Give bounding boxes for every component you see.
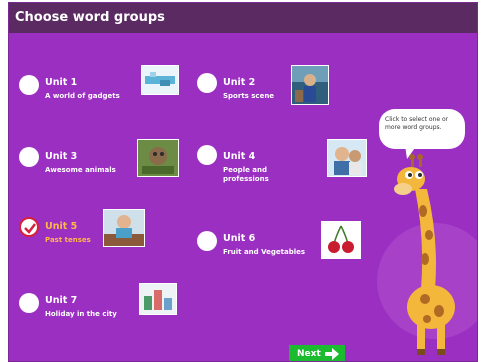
next-button-label: Next	[297, 349, 321, 359]
unit-5-name: Unit 5	[45, 221, 78, 232]
checkmark-icon	[24, 223, 36, 234]
unit-option-7[interactable]: Unit 7 Holiday in the city	[19, 283, 189, 333]
gadgets-image	[141, 65, 179, 95]
next-button[interactable]: Next	[289, 345, 345, 361]
unit-3-name: Unit 3	[45, 151, 78, 162]
unit-7-description: Holiday in the city	[45, 310, 117, 318]
unit-4-description: People and professions	[223, 166, 269, 183]
unit-6-description: Fruit and Vegetables	[223, 248, 306, 256]
giraffe-icon	[394, 154, 455, 355]
unit-7-name: Unit 7	[45, 295, 78, 306]
arrow-right-icon	[325, 348, 339, 360]
unit-option-6[interactable]: Unit 6 Fruit and Vegetables	[197, 221, 367, 271]
cherries-image	[321, 221, 361, 259]
word-groups-panel: Choose word groups Unit 1 A world of gad…	[8, 2, 478, 362]
unit-option-1[interactable]: Unit 1 A world of gadgets	[19, 65, 189, 115]
unit-1-description: A world of gadgets	[45, 92, 120, 100]
radio-button-unit-4[interactable]	[197, 145, 217, 165]
unit-1-name: Unit 1	[45, 77, 78, 88]
radio-button-unit-1[interactable]	[19, 75, 39, 95]
sports-image	[291, 65, 329, 105]
radio-button-unit-6[interactable]	[197, 231, 217, 251]
unit-3-description: Awesome animals	[45, 166, 116, 174]
unit-4-name: Unit 4	[223, 151, 256, 162]
holiday-image	[139, 283, 177, 315]
unit-6-name: Unit 6	[223, 233, 256, 244]
past-image	[103, 209, 145, 247]
unit-2-name: Unit 2	[223, 77, 256, 88]
radio-button-unit-3[interactable]	[19, 147, 39, 167]
page-title: Choose word groups	[9, 3, 477, 33]
animals-image	[137, 139, 179, 177]
unit-option-4[interactable]: Unit 4 People and professions	[197, 139, 367, 199]
unit-option-5[interactable]: Unit 5 Past tenses	[19, 209, 189, 259]
unit-option-2[interactable]: Unit 2 Sports scene	[197, 65, 367, 115]
people-image	[327, 139, 367, 177]
radio-button-unit-7[interactable]	[19, 293, 39, 313]
hint-bubble: Click to select one or more word groups.	[379, 109, 465, 149]
radio-button-unit-2[interactable]	[197, 73, 217, 93]
unit-option-3[interactable]: Unit 3 Awesome animals	[19, 139, 189, 189]
radio-button-unit-5[interactable]	[19, 217, 39, 237]
